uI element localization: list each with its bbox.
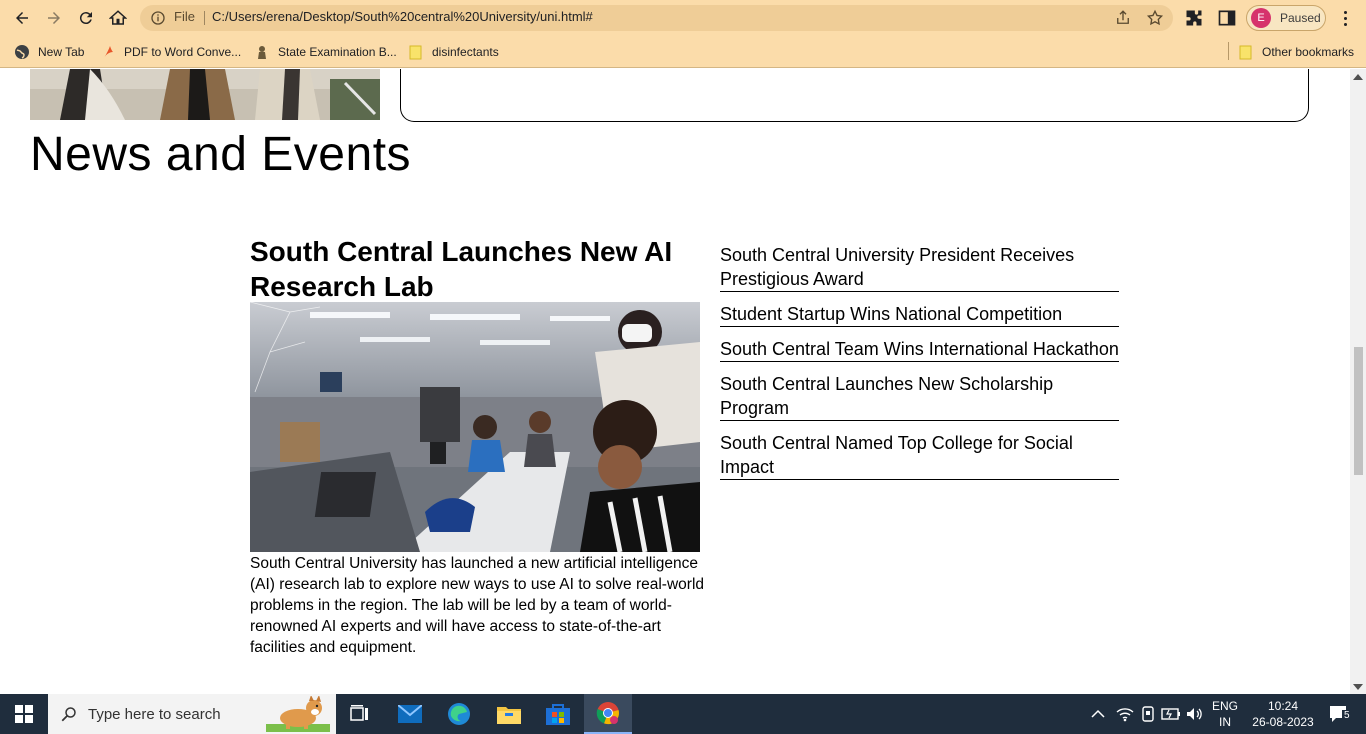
tray-overflow-button[interactable] [1088, 694, 1108, 734]
language-primary: ENG [1211, 699, 1238, 713]
profile-status-label: Paused [1280, 11, 1321, 25]
news-link[interactable]: South Central Named Top College for Soci… [720, 431, 1119, 480]
corgi-icon [266, 696, 330, 732]
pdf-icon [100, 44, 116, 60]
clock-date: 26-08-2023 [1252, 715, 1314, 729]
ai-lab-photo [250, 302, 700, 552]
bookmark-label: New Tab [38, 45, 85, 59]
search-icon [61, 707, 76, 722]
start-button[interactable] [0, 694, 48, 734]
home-icon [109, 10, 127, 25]
clock[interactable]: 10:24 26-08-2023 [1246, 694, 1320, 734]
page-viewport: News and Events South Central Launches N… [0, 69, 1350, 694]
task-view-icon [350, 705, 368, 721]
side-panel-icon[interactable] [1217, 8, 1237, 28]
scroll-up-icon[interactable] [1353, 74, 1363, 80]
network-tray-button[interactable] [1114, 694, 1136, 734]
task-view-button[interactable] [336, 694, 384, 734]
section-title: News and Events [30, 128, 412, 181]
reload-button[interactable] [70, 2, 102, 34]
edge-browser-button[interactable] [435, 694, 483, 734]
profile-button[interactable]: E Paused [1246, 5, 1326, 31]
windows-icon [15, 705, 33, 723]
notification-center-button[interactable]: 5 [1320, 694, 1358, 734]
language-secondary: IN [1218, 715, 1231, 729]
store-app-button[interactable] [534, 694, 582, 734]
news-link[interactable]: South Central University President Recei… [720, 243, 1119, 292]
news-link[interactable]: South Central Team Wins International Ha… [720, 337, 1119, 362]
chevron-up-icon [1091, 709, 1105, 718]
notification-count: 5 [1342, 710, 1352, 721]
store-icon [546, 704, 570, 725]
feature-article-title[interactable]: South Central Launches New AI Research L… [250, 234, 690, 304]
url-scheme-label: File [174, 9, 195, 24]
arrow-right-icon [48, 12, 60, 24]
info-icon[interactable] [150, 10, 166, 26]
language-indicator[interactable]: ENG IN [1208, 694, 1242, 734]
battery-tray-button[interactable] [1160, 694, 1182, 734]
news-link[interactable]: South Central Launches New Scholarship P… [720, 372, 1119, 421]
battery-icon [1161, 708, 1180, 720]
bookmark-label: State Examination B... [278, 45, 397, 59]
globe-icon [14, 44, 30, 60]
news-link[interactable]: Student Startup Wins National Competitio… [720, 302, 1119, 327]
bookmark-label: disinfectants [432, 45, 499, 59]
home-button[interactable] [102, 2, 134, 34]
wifi-icon [1116, 708, 1134, 722]
star-icon[interactable] [1146, 9, 1164, 27]
content-card [400, 69, 1309, 122]
seal-icon [254, 44, 270, 60]
folder-icon [497, 707, 521, 724]
edge-icon [448, 703, 470, 725]
reload-icon [79, 12, 92, 25]
folder-icon [408, 44, 424, 60]
chrome-app-button[interactable] [584, 694, 632, 734]
address-bar[interactable]: File C:/Users/erena/Desktop/South%20cent… [140, 5, 1173, 31]
bookmark-new-tab[interactable]: New Tab [14, 43, 84, 61]
avatar: E [1251, 8, 1271, 28]
forward-button[interactable] [38, 2, 70, 34]
clock-time: 10:24 [1267, 699, 1298, 713]
students-photo [30, 69, 380, 120]
bookmarks-bar: New Tab PDF to Word Conve... State Exami… [0, 36, 1366, 68]
other-bookmarks[interactable]: Other bookmarks [1238, 43, 1354, 61]
folder-icon [1238, 44, 1254, 60]
bookmark-state-examination[interactable]: State Examination B... [254, 43, 397, 61]
news-list: South Central University President Recei… [720, 243, 1119, 490]
chrome-icon [596, 702, 619, 725]
feature-article-body: South Central University has launched a … [250, 555, 705, 656]
taskbar-search[interactable]: Type here to search [48, 694, 336, 734]
speaker-icon [1187, 708, 1202, 720]
mail-icon [398, 705, 422, 723]
share-icon[interactable] [1114, 9, 1132, 27]
bookmarks-divider [1228, 42, 1229, 60]
bookmark-label: PDF to Word Conve... [124, 45, 242, 59]
back-button[interactable] [6, 2, 38, 34]
bookmark-pdf-to-word[interactable]: PDF to Word Conve... [100, 43, 241, 61]
arrow-left-icon [16, 12, 28, 24]
url-text[interactable]: C:/Users/erena/Desktop/South%20central%2… [212, 9, 593, 24]
mail-app-button[interactable] [386, 694, 434, 734]
more-menu-icon[interactable] [1336, 8, 1354, 28]
volume-tray-button[interactable] [1184, 694, 1206, 734]
page-scrollbar[interactable] [1350, 69, 1366, 694]
puzzle-icon[interactable] [1184, 8, 1204, 28]
browser-toolbar: File C:/Users/erena/Desktop/South%20cent… [0, 0, 1366, 36]
windows-taskbar: Type here to search ENG IN 10:24 26-08-2… [0, 694, 1366, 734]
device-icon [1142, 706, 1154, 722]
bookmark-disinfectants[interactable]: disinfectants [408, 43, 499, 61]
other-bookmarks-label: Other bookmarks [1262, 45, 1355, 59]
search-placeholder: Type here to search [88, 705, 221, 723]
omnibox-divider [204, 11, 205, 25]
file-explorer-button[interactable] [485, 694, 533, 734]
device-tray-button[interactable] [1138, 694, 1158, 734]
scroll-thumb[interactable] [1354, 347, 1363, 475]
scroll-down-icon[interactable] [1353, 684, 1363, 690]
